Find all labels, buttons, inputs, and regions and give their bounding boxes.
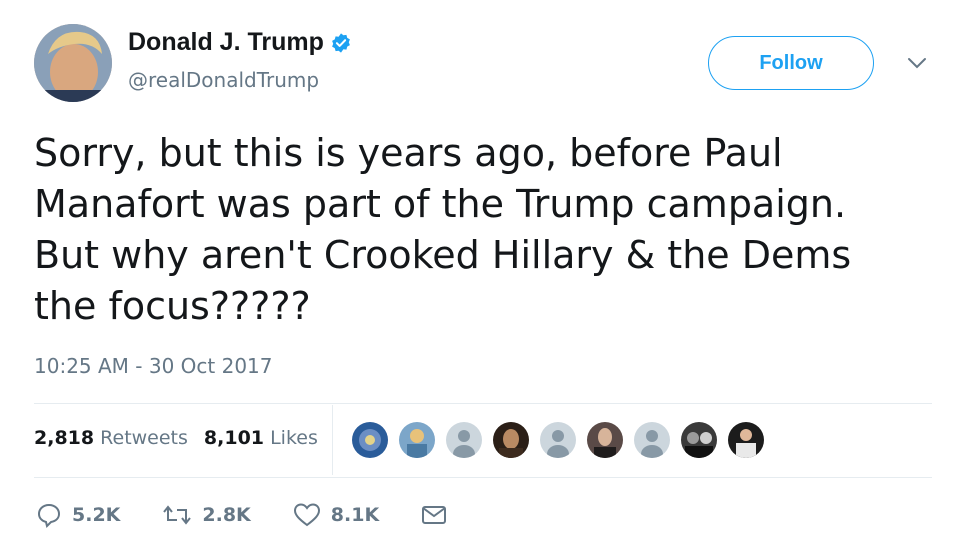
tweet-actions: 5.2K 2.8K 8.1K	[36, 502, 499, 528]
liker-avatar[interactable]	[540, 422, 576, 458]
verified-badge-icon	[331, 32, 350, 53]
liker-avatar[interactable]	[493, 422, 529, 458]
retweets-label: Retweets	[100, 427, 188, 449]
chevron-down-icon[interactable]	[906, 56, 928, 70]
author-name-row[interactable]: Donald J. Trump	[128, 28, 352, 57]
liker-avatar[interactable]	[446, 422, 482, 458]
reply-icon	[37, 503, 61, 528]
liker-avatar[interactable]	[399, 422, 435, 458]
retweet-count: 2.8K	[202, 504, 251, 526]
liker-avatar[interactable]	[634, 422, 670, 458]
likes-stat[interactable]: 8,101 Likes	[204, 427, 318, 449]
author-handle[interactable]: @realDonaldTrump	[128, 68, 319, 92]
liker-avatar[interactable]	[728, 422, 764, 458]
liker-avatars	[352, 422, 775, 458]
retweets-stat[interactable]: 2,818 Retweets	[34, 427, 188, 449]
liker-avatar[interactable]	[352, 422, 388, 458]
divider	[34, 403, 932, 404]
direct-message-action[interactable]	[421, 503, 457, 527]
divider	[34, 477, 932, 478]
liker-avatar[interactable]	[681, 422, 717, 458]
reply-action[interactable]: 5.2K	[36, 502, 120, 528]
retweets-count: 2,818	[34, 427, 95, 449]
tweet-text: Sorry, but this is years ago, before Pau…	[34, 131, 852, 328]
tweet-timestamp[interactable]: 10:25 AM - 30 Oct 2017	[34, 354, 273, 378]
like-action[interactable]: 8.1K	[293, 502, 379, 528]
retweet-action[interactable]: 2.8K	[162, 502, 251, 528]
author-display-name[interactable]: Donald J. Trump	[128, 28, 324, 57]
stats-divider	[332, 405, 333, 475]
tweet-stats: 2,818 Retweets 8,101 Likes	[34, 427, 334, 449]
likes-count: 8,101	[203, 427, 265, 449]
reply-count: 5.2K	[72, 504, 121, 526]
message-icon	[422, 506, 447, 524]
likes-label: Likes	[270, 427, 318, 449]
like-count: 8.1K	[330, 504, 380, 526]
author-avatar[interactable]	[34, 24, 112, 102]
liker-avatar[interactable]	[587, 422, 623, 458]
retweet-icon	[163, 505, 192, 525]
follow-button[interactable]: Follow	[708, 36, 874, 90]
heart-icon	[293, 503, 320, 527]
